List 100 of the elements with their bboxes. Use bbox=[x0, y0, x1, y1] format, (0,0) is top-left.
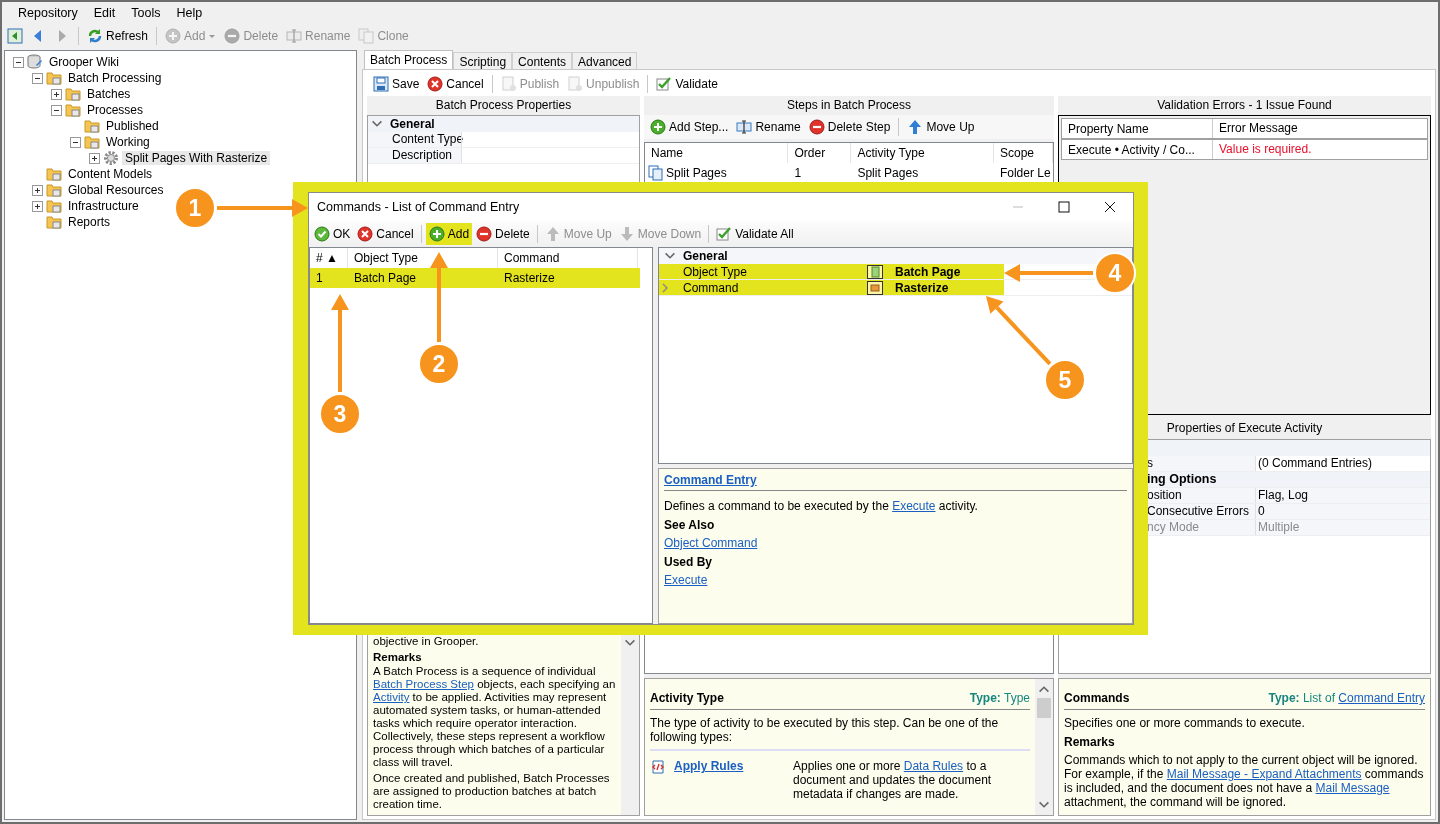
documents-icon bbox=[358, 28, 375, 44]
help-link[interactable]: Mail Message - Expand Attachments bbox=[1166, 767, 1362, 781]
tree-item[interactable]: Content Models bbox=[65, 167, 156, 181]
column-header[interactable]: Error Message bbox=[1212, 119, 1412, 138]
toolbar-button[interactable]: Validate All bbox=[713, 223, 797, 245]
plus-box-icon[interactable] bbox=[32, 184, 43, 196]
window-title: Commands - List of Command Entry bbox=[317, 200, 521, 214]
tree-item[interactable]: Global Resources bbox=[65, 183, 167, 197]
help-heading: Remarks bbox=[1064, 735, 1116, 749]
category-label: General bbox=[390, 117, 435, 131]
gear-icon bbox=[103, 150, 119, 166]
column-header[interactable]: Activity Type bbox=[851, 143, 994, 163]
minus-box-icon[interactable] bbox=[32, 72, 43, 84]
column-header[interactable]: Scope bbox=[993, 143, 1053, 163]
toolbar-button[interactable]: Delete Step bbox=[805, 116, 894, 138]
help-text: Specifies one or more commands to execute. bbox=[1064, 716, 1306, 730]
tab[interactable]: Contents bbox=[512, 52, 573, 69]
tree-item[interactable]: Batch Processing bbox=[65, 71, 165, 85]
property-value[interactable]: Flag, Log bbox=[1255, 488, 1430, 503]
column-header[interactable]: Order bbox=[788, 143, 852, 163]
help-link[interactable]: Command Entry bbox=[1338, 691, 1425, 705]
menu-item[interactable]: Edit bbox=[85, 6, 124, 20]
minus-box-icon[interactable] bbox=[70, 136, 81, 148]
property-value[interactable]: 0 bbox=[1255, 504, 1430, 519]
toolbar-button[interactable]: Rename bbox=[733, 116, 804, 138]
minus-circle-icon bbox=[224, 28, 241, 44]
help-link[interactable]: Batch Process Step bbox=[373, 678, 474, 690]
property-label: Description bbox=[368, 148, 461, 163]
menu-item[interactable]: Help bbox=[168, 6, 211, 20]
tree-item[interactable]: Split Pages With Rasterize bbox=[122, 151, 271, 165]
toolbar-button[interactable]: Refresh bbox=[84, 25, 152, 47]
plus-box-icon[interactable] bbox=[51, 88, 62, 100]
help-link[interactable]: Mail Message bbox=[1315, 781, 1390, 795]
property-label: Command bbox=[682, 280, 740, 295]
folder-icon bbox=[46, 182, 62, 198]
scrollbar[interactable] bbox=[621, 633, 639, 815]
toolbar-button[interactable]: Save bbox=[370, 73, 423, 95]
minus-box-icon[interactable] bbox=[51, 104, 62, 116]
toolbar-button[interactable]: Cancel bbox=[424, 73, 487, 95]
tree-item[interactable]: Reports bbox=[65, 215, 114, 229]
plus-box-icon[interactable] bbox=[32, 200, 43, 212]
tree-item[interactable]: Published bbox=[103, 119, 162, 133]
x-circle-icon bbox=[357, 226, 374, 242]
minus-box-icon[interactable] bbox=[13, 56, 24, 68]
plus-circle-icon bbox=[428, 226, 445, 242]
help-link[interactable]: Execute bbox=[664, 573, 708, 587]
toolbar-button[interactable]: Add bbox=[425, 223, 473, 245]
plus-box-icon[interactable] bbox=[89, 152, 100, 164]
tree-item[interactable]: Working bbox=[103, 135, 153, 149]
property-label: osition bbox=[1146, 488, 1183, 503]
tree-item[interactable]: Infrastructure bbox=[65, 199, 142, 213]
property-row[interactable]: Command Rasterize bbox=[659, 280, 1004, 295]
help-link[interactable]: Activity bbox=[373, 691, 410, 703]
help-link[interactable]: Apply Rules bbox=[674, 759, 789, 773]
scrollbar-thumb[interactable] bbox=[1037, 698, 1051, 718]
type-label: Type: List of Command Entry bbox=[1268, 691, 1425, 705]
help-link[interactable]: Command Entry bbox=[664, 473, 757, 487]
page-icon bbox=[867, 263, 883, 280]
toolbar-button[interactable]: Move Up bbox=[904, 116, 978, 138]
property-value[interactable]: (0 Command Entries) bbox=[1255, 456, 1430, 471]
category-label: General bbox=[683, 249, 728, 263]
toolbar-button[interactable]: Validate bbox=[653, 73, 721, 95]
toolbar-button[interactable] bbox=[5, 25, 25, 47]
help-title: Activity Type bbox=[650, 691, 724, 705]
tab[interactable]: Advanced bbox=[572, 52, 638, 69]
table-cell: Split Pages bbox=[645, 165, 789, 181]
help-text: Applies one or more Data Rules to a document and updates the document metadata if changes are made. bbox=[793, 759, 993, 801]
help-link[interactable]: Execute bbox=[892, 499, 936, 513]
tab[interactable]: Batch Process bbox=[364, 50, 454, 69]
folder-icon bbox=[46, 70, 62, 86]
up-arrow-icon bbox=[544, 226, 561, 242]
help-heading: Remarks bbox=[373, 651, 423, 663]
tree-item[interactable]: Batches bbox=[84, 87, 134, 101]
tree-item[interactable]: Processes bbox=[84, 103, 147, 117]
command-icon bbox=[867, 279, 883, 296]
column-header[interactable]: Property Name bbox=[1062, 121, 1212, 136]
help-link[interactable]: Object Command bbox=[664, 536, 758, 550]
tree-item[interactable]: Grooper Wiki bbox=[46, 55, 122, 69]
menu-item[interactable]: Repository bbox=[10, 6, 86, 20]
folder-icon bbox=[84, 118, 100, 134]
tab[interactable]: Scripting bbox=[453, 52, 513, 69]
property-label: Consecutive Errors bbox=[1146, 504, 1251, 519]
toolbar-button[interactable]: OK bbox=[311, 223, 354, 245]
toolbar-button[interactable]: Add Step... bbox=[647, 116, 732, 138]
help-link[interactable]: Data Rules bbox=[903, 759, 964, 773]
panel-icon bbox=[7, 28, 23, 44]
callout-badge: 3 bbox=[319, 393, 361, 435]
save-icon bbox=[373, 76, 389, 92]
property-row[interactable]: Object Type Batch Page bbox=[659, 264, 1004, 279]
column-header[interactable]: Name bbox=[645, 143, 789, 163]
folder-icon bbox=[84, 134, 100, 150]
list-row[interactable]: 1 Batch Page Rasterize bbox=[310, 268, 640, 288]
scrollbar[interactable] bbox=[1035, 679, 1053, 815]
help-text: Commands which to not apply to the current object will be ignored. For example, if the Mail Message - Expand Attachments commands is included, and the document does not have a Mail Message attachment, the command will be ignored. bbox=[1064, 753, 1425, 809]
menu-item[interactable]: Tools bbox=[123, 6, 169, 20]
toolbar-button[interactable]: Delete bbox=[473, 223, 533, 245]
table-cell-text: 1 bbox=[793, 166, 803, 180]
toolbar-button[interactable]: Cancel bbox=[354, 223, 417, 245]
document-icon bbox=[500, 76, 517, 92]
help-text: A Batch Process is a sequence of individual Batch Process Step objects, each specifying an Activity to be applied. Activities may represent automated system tasks, or human-attended tasks which require operator interaction. Collectively, these steps represent a workflow process through which batches of a particular class will travel. bbox=[373, 665, 616, 769]
